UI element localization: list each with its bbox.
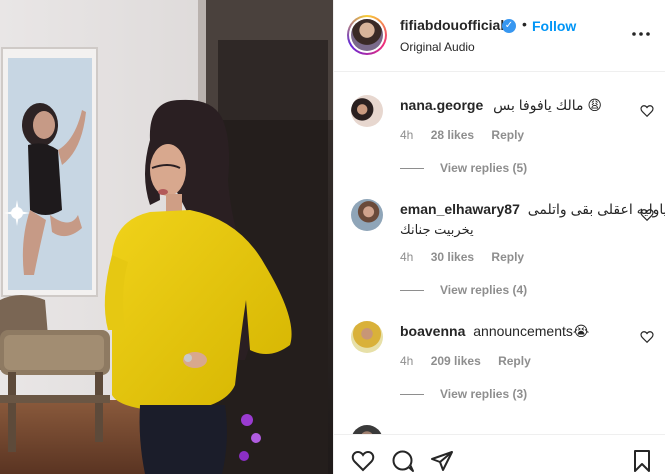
post-actions-bar bbox=[334, 434, 665, 474]
comment-likes[interactable]: 209 likes bbox=[431, 354, 481, 368]
view-replies-button[interactable]: View replies (5) bbox=[400, 161, 527, 175]
follow-button[interactable]: Follow bbox=[532, 18, 576, 34]
comment-heart-icon[interactable] bbox=[640, 330, 654, 344]
comment-reply-button[interactable]: Reply bbox=[491, 128, 524, 142]
comment-text-line2: يخربيت جنانك bbox=[400, 222, 474, 237]
verified-badge-icon: ✓ bbox=[502, 19, 516, 33]
view-replies-label: View replies (3) bbox=[440, 387, 528, 401]
heart-icon[interactable] bbox=[351, 449, 375, 473]
comment-time: 4h bbox=[400, 354, 414, 368]
comment-time: 4h bbox=[400, 250, 414, 264]
view-replies-button[interactable]: View replies (4) bbox=[400, 283, 527, 297]
comment-text: announcements😭 bbox=[473, 323, 590, 339]
comment-avatar[interactable] bbox=[351, 95, 383, 127]
profile-avatar[interactable] bbox=[347, 15, 387, 55]
audio-label[interactable]: Original Audio bbox=[400, 40, 475, 54]
post-header: fifiabdouofficial ✓ • Follow Original Au… bbox=[334, 0, 665, 72]
video-frame bbox=[0, 0, 333, 474]
bookmark-icon[interactable] bbox=[630, 449, 654, 473]
comment-text: مالك يافوفا بس 😩 bbox=[493, 97, 603, 113]
view-replies-label: View replies (4) bbox=[440, 283, 528, 297]
comment-avatar[interactable] bbox=[351, 321, 383, 353]
comment-heart-icon[interactable] bbox=[640, 208, 654, 222]
view-replies-button[interactable]: View replies (3) bbox=[400, 387, 527, 401]
comment-avatar[interactable] bbox=[351, 199, 383, 231]
post-panel: fifiabdouofficial ✓ • Follow Original Au… bbox=[333, 0, 665, 474]
profile-username[interactable]: fifiabdouofficial bbox=[400, 17, 504, 33]
more-options-icon[interactable] bbox=[630, 24, 652, 44]
comment-username[interactable]: eman_elhawary87 bbox=[400, 201, 520, 217]
view-replies-label: View replies (5) bbox=[440, 161, 528, 175]
replies-divider bbox=[400, 168, 424, 170]
header-separator: • bbox=[522, 16, 527, 32]
comment-heart-icon[interactable] bbox=[640, 104, 654, 118]
comment-username[interactable]: boavenna bbox=[400, 323, 465, 339]
comment-time: 4h bbox=[400, 128, 414, 142]
post-video[interactable] bbox=[0, 0, 333, 474]
share-icon[interactable] bbox=[430, 449, 454, 473]
comment-reply-button[interactable]: Reply bbox=[491, 250, 524, 264]
comment-reply-button[interactable]: Reply bbox=[498, 354, 531, 368]
comment-icon[interactable] bbox=[391, 449, 415, 473]
replies-divider bbox=[400, 394, 424, 396]
comment-likes[interactable]: 30 likes bbox=[431, 250, 474, 264]
comment-likes[interactable]: 28 likes bbox=[431, 128, 474, 142]
comment-username[interactable]: nana.george bbox=[400, 97, 483, 113]
replies-divider bbox=[400, 290, 424, 292]
